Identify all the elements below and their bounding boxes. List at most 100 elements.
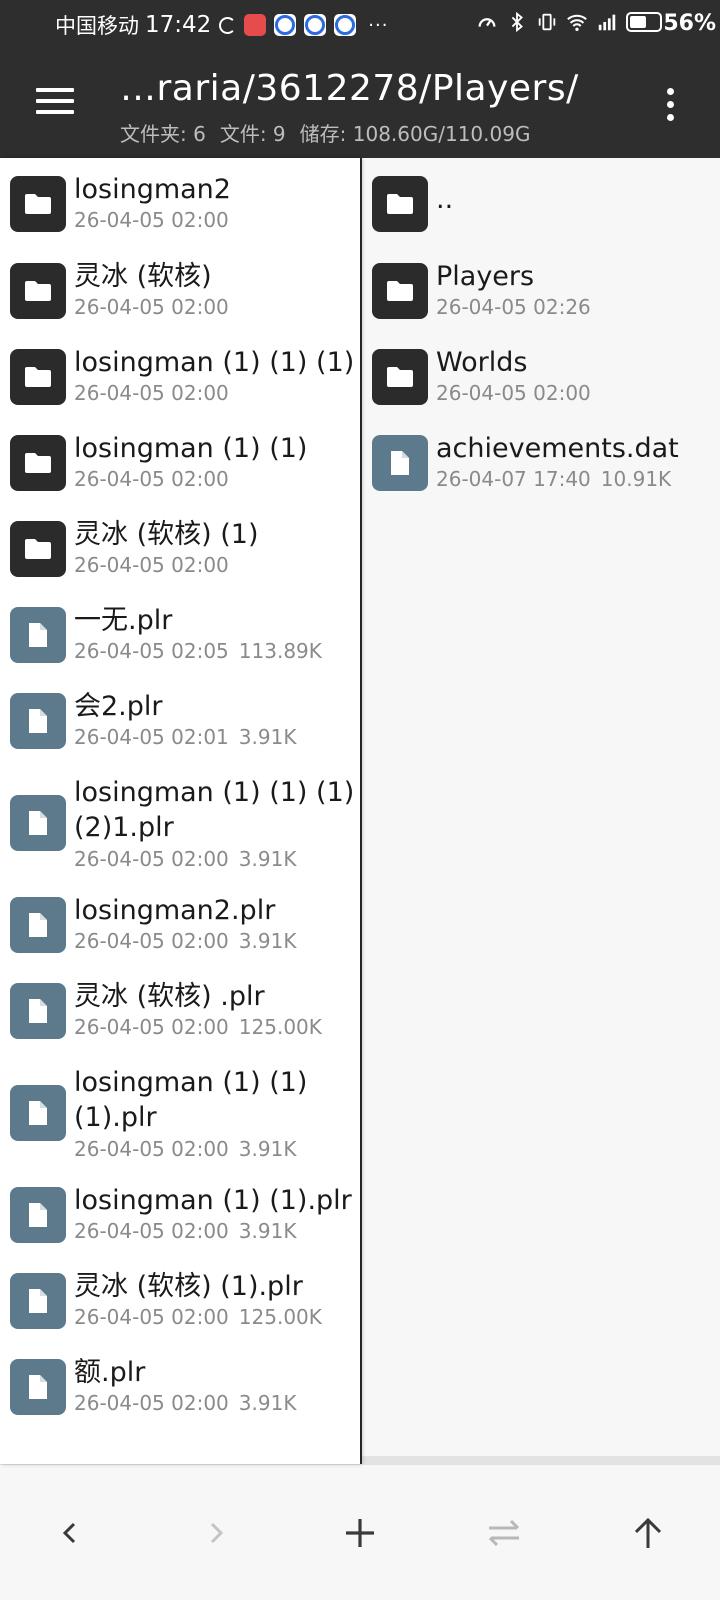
item-date: 26-04-05 02:05 xyxy=(74,639,229,663)
item-date: 26-04-05 02:00 xyxy=(74,553,229,577)
folder-icon xyxy=(10,176,66,232)
folder-item[interactable]: Players 26-04-05 02:26 xyxy=(362,247,720,333)
swap-icon[interactable] xyxy=(480,1509,528,1557)
item-date: 26-04-05 02:00 xyxy=(74,1137,229,1161)
item-date: 26-04-05 02:00 xyxy=(74,295,229,319)
item-date: 26-04-05 02:00 xyxy=(74,381,229,405)
folder-icon xyxy=(10,349,66,405)
item-date: 26-04-05 02:00 xyxy=(74,1219,229,1243)
item-name: losingman (1) (1) xyxy=(74,1067,308,1098)
item-meta: 26-04-05 02:00 3.91K xyxy=(74,1219,296,1243)
folder-item[interactable]: .. xyxy=(362,160,720,246)
file-item[interactable]: 额.plr 26-04-05 02:00 3.91K xyxy=(0,1343,360,1429)
folder-item[interactable]: losingman2 26-04-05 02:00 xyxy=(0,160,360,246)
item-date: 26-04-05 02:01 xyxy=(74,725,229,749)
right-file-pane[interactable]: .. Players 26-04-05 02:26 Worlds 26-04-05 02… xyxy=(362,158,720,1464)
item-meta: 26-04-05 02:00 xyxy=(74,553,229,577)
left-file-pane[interactable]: losingman2 26-04-05 02:00 灵冰 (软核) 26-04-05 … xyxy=(0,158,360,1464)
folder-icon xyxy=(10,263,66,319)
file-icon xyxy=(10,983,66,1039)
item-name: .. xyxy=(436,184,454,215)
item-name: 灵冰 (软核) xyxy=(74,261,212,292)
item-size: 3.91K xyxy=(238,1391,297,1415)
file-item[interactable]: 灵冰 (软核) (1).plr 26-04-05 02:00 125.00K xyxy=(0,1257,360,1343)
item-meta: 26-04-05 02:00 3.91K xyxy=(74,847,296,871)
forward-icon[interactable] xyxy=(192,1509,240,1557)
file-item[interactable]: 灵冰 (软核) .plr 26-04-05 02:00 125.00K xyxy=(0,967,360,1053)
item-size: 3.91K xyxy=(238,1137,297,1161)
item-meta: 26-04-05 02:00 xyxy=(74,467,229,491)
file-count: 文件: 9 xyxy=(219,122,286,146)
battery-percent: 56% xyxy=(663,11,716,36)
item-meta: 26-04-05 02:00 125.00K xyxy=(74,1015,322,1039)
item-meta: 26-04-05 02:00 xyxy=(74,381,229,405)
folder-icon xyxy=(10,521,66,577)
signal-icon xyxy=(598,14,616,31)
bluetooth-icon xyxy=(511,11,523,33)
folder-item[interactable]: losingman (1) (1) 26-04-05 02:00 xyxy=(0,419,360,505)
file-item[interactable]: achievements.dat 26-04-07 17:40 10.91K xyxy=(362,419,720,505)
folder-item[interactable]: 灵冰 (软核) 26-04-05 02:00 xyxy=(0,247,360,333)
item-date: 26-04-05 02:00 xyxy=(74,929,229,953)
folder-item[interactable]: Worlds 26-04-05 02:00 xyxy=(362,333,720,419)
vibrate-icon xyxy=(538,13,556,31)
item-meta: 26-04-05 02:00 3.91K xyxy=(74,1391,296,1415)
item-size: 113.89K xyxy=(238,639,322,663)
notification-app-icon xyxy=(304,14,327,36)
pane-divider xyxy=(362,1456,720,1464)
folder-item[interactable]: 灵冰 (软核) (1) 26-04-05 02:00 xyxy=(0,505,360,591)
item-name: Players xyxy=(436,261,535,292)
hamburger-menu-icon[interactable] xyxy=(36,86,76,118)
item-name: losingman2.plr xyxy=(74,895,276,926)
item-date: 26-04-05 02:00 xyxy=(74,1015,229,1039)
file-item[interactable]: 一无.plr 26-04-05 02:05 113.89K xyxy=(0,591,360,677)
item-date: 26-04-05 02:00 xyxy=(74,847,229,871)
item-name-continued: (2)1.plr xyxy=(74,812,174,843)
carrier-label: 中国移动 xyxy=(55,14,139,38)
more-options-icon[interactable] xyxy=(664,88,676,122)
status-bar: 中国移动 17:42 ··· 56% xyxy=(0,0,720,50)
item-meta: 26-04-05 02:00 xyxy=(74,295,229,319)
speed-icon xyxy=(478,18,496,27)
item-name: achievements.dat xyxy=(436,433,679,464)
item-name: 会2.plr xyxy=(74,691,163,722)
add-icon[interactable] xyxy=(336,1509,384,1557)
item-name: losingman (1) (1) (1) xyxy=(74,347,355,378)
item-size: 3.91K xyxy=(238,847,297,871)
file-item[interactable]: losingman (1) (1) (1) (2)1.plr 26-04-05 02… xyxy=(0,763,360,881)
file-icon xyxy=(10,1085,66,1141)
file-item[interactable]: losingman2.plr 26-04-05 02:00 3.91K xyxy=(0,881,360,967)
item-meta: 26-04-05 02:00 xyxy=(436,381,591,405)
back-icon[interactable] xyxy=(46,1509,94,1557)
item-date: 26-04-07 17:40 xyxy=(436,467,591,491)
file-icon xyxy=(10,1187,66,1243)
item-size: 3.91K xyxy=(238,1219,297,1243)
folder-count: 文件夹: 6 xyxy=(120,122,206,146)
item-meta: 26-04-05 02:00 3.91K xyxy=(74,1137,296,1161)
file-icon xyxy=(10,795,66,851)
item-name: losingman (1) (1) (1) xyxy=(74,777,355,808)
item-meta: 26-04-05 02:00 3.91K xyxy=(74,929,296,953)
item-name: 额.plr xyxy=(74,1357,146,1388)
file-item[interactable]: losingman (1) (1).plr 26-04-05 02:00 3.91K xyxy=(0,1171,360,1257)
up-icon[interactable] xyxy=(624,1509,672,1557)
folder-icon xyxy=(372,263,428,319)
item-name: 一无.plr xyxy=(74,605,173,636)
sync-icon xyxy=(219,16,237,34)
file-item[interactable]: losingman (1) (1) (1).plr 26-04-05 02:00 3.… xyxy=(0,1053,360,1171)
file-icon xyxy=(10,1273,66,1329)
item-meta: 26-04-05 02:00 xyxy=(74,208,229,232)
file-icon xyxy=(10,607,66,663)
folder-icon xyxy=(10,435,66,491)
item-date: 26-04-05 02:00 xyxy=(436,381,591,405)
folder-item[interactable]: losingman (1) (1) (1) 26-04-05 02:00 xyxy=(0,333,360,419)
file-icon xyxy=(10,897,66,953)
directory-summary: 文件夹: 6 文件: 9 储存: 108.60G/110.09G xyxy=(120,118,530,147)
storage-usage: 储存: 108.60G/110.09G xyxy=(299,122,531,146)
notification-app-icon xyxy=(274,14,297,36)
file-item[interactable]: 会2.plr 26-04-05 02:01 3.91K xyxy=(0,677,360,763)
item-meta: 26-04-05 02:00 125.00K xyxy=(74,1305,322,1329)
item-meta: 26-04-07 17:40 10.91K xyxy=(436,467,671,491)
wifi-icon xyxy=(567,14,587,31)
item-date: 26-04-05 02:00 xyxy=(74,208,229,232)
